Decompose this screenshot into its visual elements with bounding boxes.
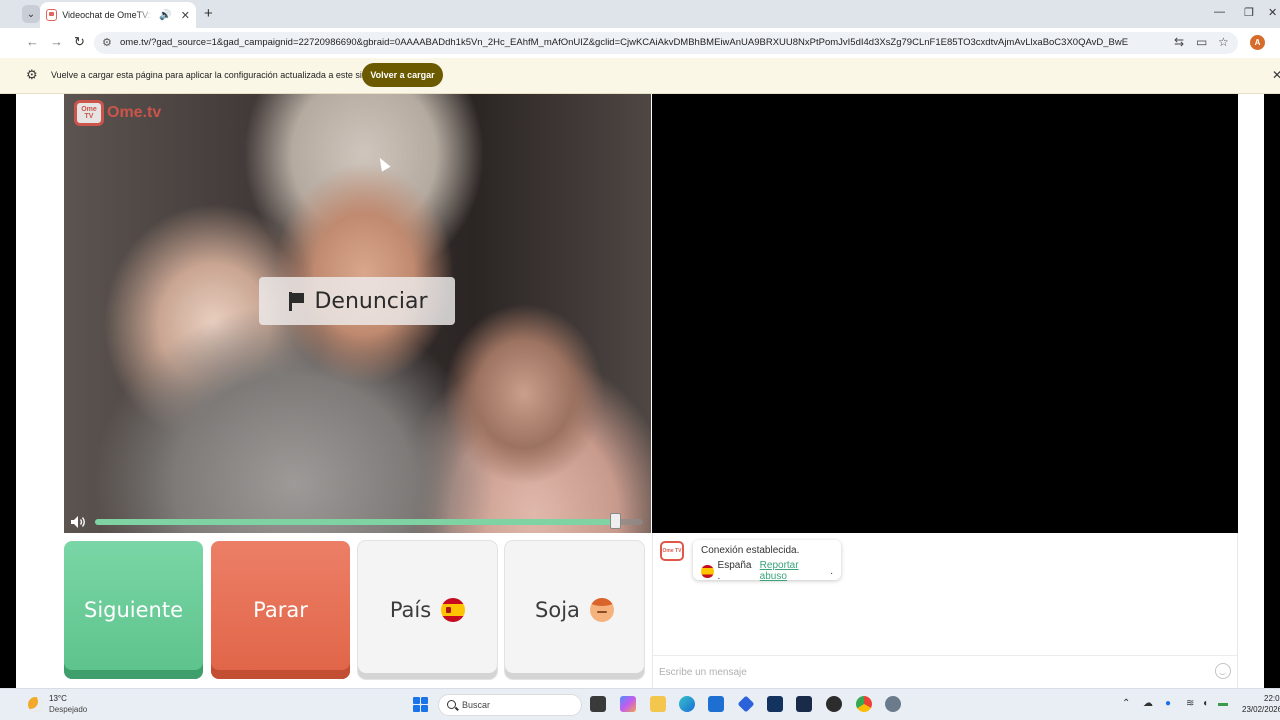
gender-button[interactable]: Soja [505,541,644,679]
infobar-message: Vuelve a cargar esta página para aplicar… [51,70,372,80]
link-suffix: . [830,565,833,577]
mouse-cursor-icon [375,155,391,172]
country-label: País [389,598,432,622]
reload-infobar: ⚙ Vuelve a cargar esta página para aplic… [0,58,1280,94]
chat-message-input[interactable] [659,662,1199,682]
browser-toolbar: ← → ↻ ⚙ ome.tv/?gad_source=1&gad_campaig… [0,28,1280,58]
gear-icon: ⚙ [26,67,38,82]
boy-face-icon [589,598,614,622]
tab-close-icon[interactable]: ✕ [181,9,190,22]
volume-slider-thumb[interactable] [610,513,621,529]
weather-moon-icon[interactable] [28,697,43,712]
speaker-icon[interactable]: 🔊 [159,10,171,21]
new-tab-button[interactable]: + [204,5,213,22]
settings-gear-icon[interactable] [885,696,901,712]
task-view-icon[interactable] [590,696,606,712]
search-label: Buscar [462,700,491,710]
back-button[interactable]: ← [26,34,39,49]
stop-label: Parar [253,598,308,622]
ometv-logo: Ome TV Ome.tv [74,100,161,126]
reload-page-button[interactable]: Volver a cargar [362,63,443,87]
chrome-icon[interactable] [856,696,872,712]
store-icon[interactable] [708,696,724,712]
bookmark-star-icon[interactable]: ☆ [1218,35,1229,49]
search-icon [447,700,456,709]
minimize-button[interactable]: — [1214,6,1225,18]
translate-icon[interactable]: ⇆ [1174,35,1184,49]
chat-input-row [653,655,1237,688]
ometv-page: Ome TV Ome.tv Denunciar Siguiente Parar … [0,94,1280,688]
logo-text: Ome.tv [107,104,162,121]
next-button[interactable]: Siguiente [64,541,203,679]
forward-button[interactable]: → [50,34,63,49]
partner-country: España . [717,560,752,582]
obs-icon[interactable] [826,696,842,712]
weather-temperature[interactable]: 13°C [49,694,67,703]
volume-icon[interactable] [70,515,88,529]
browser-tab-ometv[interactable]: Videochat de OmeTV: una a 🔊 ✕ [40,2,196,28]
chat-panel: Ome TV Conexión establecida. España . Re… [652,533,1238,688]
chevron-down-icon: ⌄ [26,8,36,20]
cast-icon[interactable]: ▭ [1196,35,1207,49]
windows-start-icon[interactable] [413,697,428,712]
country-button[interactable]: País [358,541,497,679]
edge-icon[interactable] [679,696,695,712]
tab-list-button[interactable]: ⌄ [22,5,40,23]
battery-icon[interactable]: ▬ [1218,698,1228,709]
url-text[interactable]: ome.tv/?gad_source=1&gad_campaignid=2272… [120,37,1128,48]
address-bar[interactable]: ⚙ ome.tv/?gad_source=1&gad_campaignid=22… [94,32,1238,54]
tab-title: Videochat de OmeTV: una a [62,10,154,20]
chevron-up-icon[interactable]: ⌃ [1122,698,1130,709]
taskbar-search[interactable]: Buscar [438,694,582,716]
logi-icon[interactable] [796,696,812,712]
partner-video[interactable]: Ome TV Ome.tv Denunciar [64,94,651,533]
spain-flag-icon [701,564,714,578]
weather-condition[interactable]: Despejado [49,705,87,714]
report-abuse-link[interactable]: Reportar abuso [760,560,827,582]
right-edge-bar [1264,94,1280,688]
clock-date[interactable]: 23/02/2026 [1242,705,1280,714]
copilot-icon[interactable] [620,696,636,712]
photoshop-icon[interactable] [767,696,783,712]
flag-icon [286,291,306,311]
dropbox-icon[interactable] [737,695,755,713]
tv-logo-icon: Ome TV [74,100,104,126]
ometv-favicon-icon [46,9,58,21]
spain-flag-icon [441,598,466,622]
infobar-close-icon[interactable]: ✕ [1272,68,1280,82]
gender-label: Soja [535,598,580,622]
reload-button[interactable]: ↻ [74,34,85,50]
ometv-chat-logo-icon: Ome TV [660,541,684,561]
site-settings-icon[interactable]: ⚙ [102,36,112,49]
system-message: Conexión establecida. España . Reportar … [693,540,841,582]
emoji-icon[interactable] [1215,663,1231,679]
windows-taskbar: 13°C Despejado Buscar ⌃ ☁ ● ≋ ◖ ▬ 22:0 2… [0,688,1280,720]
maximize-button[interactable]: ❐ [1244,6,1254,19]
report-button[interactable]: Denunciar [259,277,455,325]
stop-button[interactable]: Parar [211,541,350,679]
close-window-button[interactable]: ✕ [1268,6,1277,19]
clock-time[interactable]: 22:0 [1264,694,1280,703]
next-label: Siguiente [83,598,184,622]
speaker-tray-icon[interactable]: ◖ [1202,698,1208,709]
connection-status: Conexión establecida. [701,545,800,556]
onedrive-cloud-icon[interactable]: ☁ [1143,698,1153,709]
self-video [652,94,1238,533]
left-edge-bar [0,94,16,688]
microphone-icon[interactable]: ● [1165,698,1171,709]
profile-avatar[interactable]: A [1250,35,1265,50]
browser-tab-bar: ⌄ Videochat de OmeTV: una a 🔊 ✕ + — ❐ ✕ [0,0,1280,28]
wifi-icon[interactable]: ≋ [1186,698,1194,709]
report-label: Denunciar [314,288,428,314]
volume-slider-fill [95,519,616,525]
file-explorer-icon[interactable] [650,696,666,712]
